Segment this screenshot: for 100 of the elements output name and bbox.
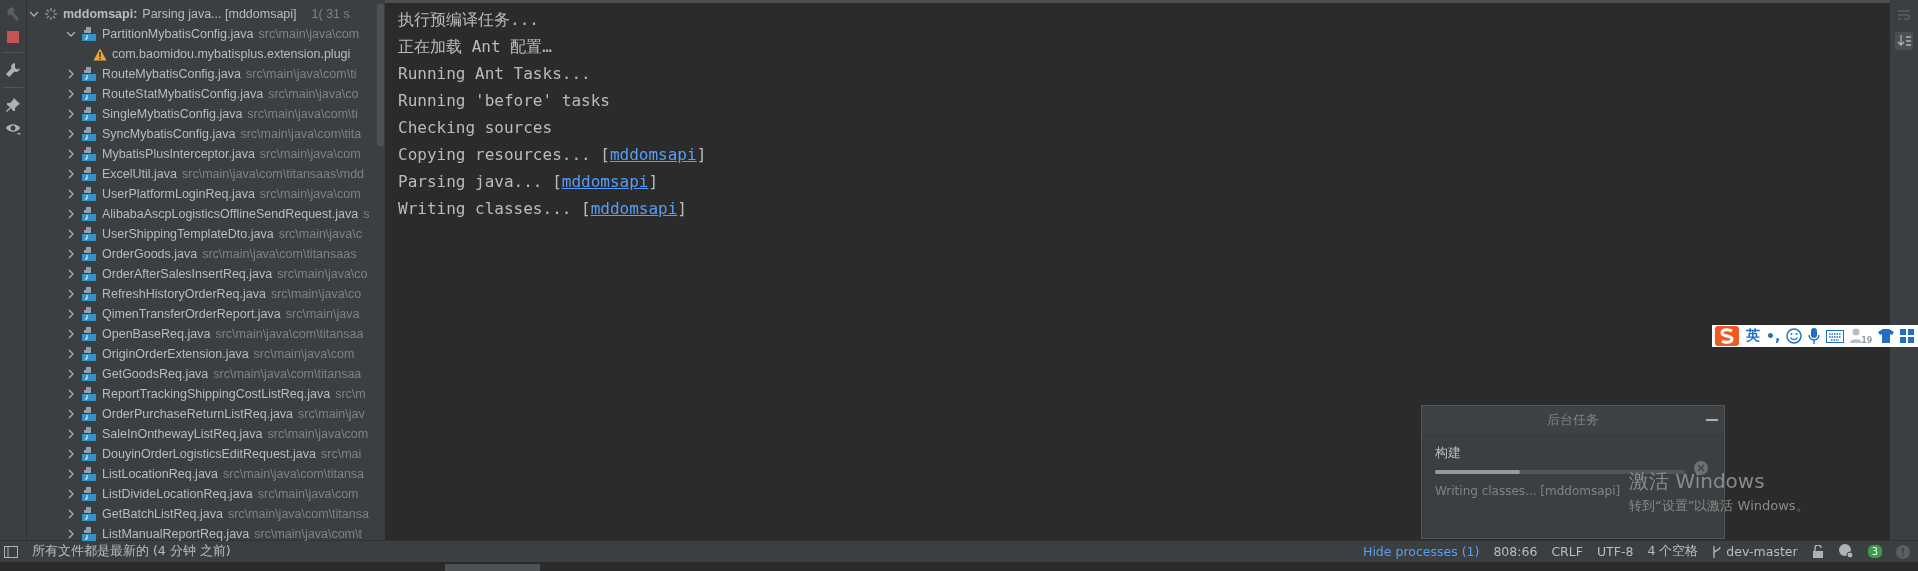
hide-processes-link[interactable]: Hide processes (1) [1363, 544, 1480, 559]
eye-icon[interactable] [4, 122, 22, 136]
ime-logo-icon[interactable] [1714, 325, 1740, 347]
status-message: 所有文件都是最新的 (4 分钟 之前) [32, 543, 231, 560]
java-file-icon [81, 146, 97, 162]
file-name[interactable]: GetGoodsReq.java [102, 367, 209, 381]
java-file-icon [81, 266, 97, 282]
file-path: src\main\java\com\tita [240, 127, 362, 141]
activation-title: 激活 Windows [1629, 468, 1766, 495]
module-link[interactable]: mddomsapi [609, 145, 697, 164]
wrench-icon[interactable] [5, 62, 21, 78]
chevron-right-icon[interactable] [66, 349, 76, 359]
file-name[interactable]: SingleMybatisConfig.java [102, 107, 243, 121]
lock-icon[interactable] [1811, 545, 1824, 558]
smiley-icon[interactable] [1786, 328, 1803, 344]
chevron-down-icon[interactable] [29, 9, 39, 19]
chevron-right-icon[interactable] [66, 329, 76, 339]
warning-message[interactable]: com.baomidou.mybatisplus.extension.plugi [112, 47, 351, 61]
file-name[interactable]: AlibabaAscpLogisticsOfflineSendRequest.java [102, 207, 359, 221]
file-encoding[interactable]: UTF-8 [1596, 544, 1634, 559]
file-name[interactable]: ListDivideLocationReq.java [102, 487, 253, 501]
java-file-icon [81, 126, 97, 142]
chevron-right-icon[interactable] [66, 129, 76, 139]
file-name[interactable]: ListManualReportReq.java [102, 527, 250, 541]
chevron-right-icon[interactable] [66, 309, 76, 319]
file-path: src\main\java\co [268, 87, 359, 101]
java-file-icon [81, 466, 97, 482]
scrollbar-thumb[interactable] [445, 564, 540, 571]
panel-toggle-icon[interactable] [4, 545, 18, 558]
module-link[interactable]: mddomsapi [561, 172, 649, 191]
file-path: src\main\java\co [277, 267, 368, 281]
chevron-right-icon[interactable] [66, 269, 76, 279]
chevron-right-icon[interactable] [66, 229, 76, 239]
file-name[interactable]: SyncMybatisConfig.java [102, 127, 236, 141]
file-name[interactable]: GetBatchListReq.java [102, 507, 223, 521]
shirt-icon[interactable] [1878, 329, 1895, 343]
build-status: Parsing java... [mddomsapi] [142, 7, 297, 21]
chevron-right-icon[interactable] [66, 369, 76, 379]
java-file-icon [81, 386, 97, 402]
file-name[interactable]: MybatisPlusInterceptor.java [102, 147, 255, 161]
file-name[interactable]: UserShippingTemplateDto.java [102, 227, 274, 241]
file-path: src\main\java\com\titansaa [215, 327, 364, 341]
microphone-icon[interactable] [1808, 328, 1821, 344]
scrollbar-thumb[interactable] [376, 4, 384, 146]
chevron-right-icon[interactable] [66, 249, 76, 259]
file-path: src\main\java\com\titansaas [202, 247, 357, 261]
file-name[interactable]: ExcelUtil.java [102, 167, 178, 181]
file-name[interactable]: RouteMybatisConfig.java [102, 67, 241, 81]
file-name[interactable]: PartitionMybatisConfig.java [102, 27, 254, 41]
file-name[interactable]: QimenTransferOrderReport.java [102, 307, 281, 321]
chevron-right-icon[interactable] [66, 169, 76, 179]
java-file-icon [81, 226, 97, 242]
user-count: 19 [1861, 335, 1873, 345]
file-name[interactable]: OrderAfterSalesInsertReq.java [102, 267, 273, 281]
chevron-right-icon[interactable] [66, 109, 76, 119]
java-file-icon [81, 206, 97, 222]
punctuation-mode[interactable]: •, [1766, 328, 1781, 344]
chevron-down-icon[interactable] [66, 29, 76, 39]
chevron-right-icon[interactable] [66, 509, 76, 519]
file-name[interactable]: OriginOrderExtension.java [102, 347, 249, 361]
keyboard-icon[interactable] [1826, 329, 1845, 343]
chevron-right-icon[interactable] [66, 409, 76, 419]
chevron-right-icon[interactable] [66, 489, 76, 499]
java-file-icon [81, 246, 97, 262]
chevron-right-icon[interactable] [66, 529, 76, 539]
chevron-right-icon[interactable] [66, 149, 76, 159]
pin-icon[interactable] [5, 97, 21, 113]
branch-icon [1712, 544, 1723, 559]
grid-icon[interactable] [1900, 329, 1915, 343]
panel-title: 后台任务 [1547, 411, 1599, 429]
chevron-right-icon[interactable] [66, 389, 76, 399]
file-name[interactable]: RefreshHistoryOrderReq.java [102, 287, 266, 301]
file-name[interactable]: OrderGoods.java [102, 247, 198, 261]
indent-setting[interactable]: 4 个空格 [1647, 543, 1699, 560]
file-path: src\main\java\com\titansa [227, 507, 369, 521]
chevron-right-icon[interactable] [66, 289, 76, 299]
module-link[interactable]: mddomsapi [590, 199, 678, 218]
file-name[interactable]: OrderPurchaseReturnListReq.java [102, 407, 294, 421]
chevron-right-icon[interactable] [66, 69, 76, 79]
file-name[interactable]: ListLocationReq.java [102, 467, 219, 481]
module-name: mddomsapi: [63, 7, 138, 21]
input-language[interactable]: 英 [1746, 327, 1760, 345]
line-separator[interactable]: CRLF [1551, 544, 1583, 559]
chevron-right-icon[interactable] [66, 209, 76, 219]
file-name[interactable]: RouteStatMybatisConfig.java [102, 87, 264, 101]
chevron-right-icon[interactable] [66, 89, 76, 99]
file-name[interactable]: ReportTrackingShippingCostListReq.java [102, 387, 331, 401]
file-name[interactable]: UserPlatformLoginReq.java [102, 187, 255, 201]
git-branch[interactable]: dev-master [1726, 544, 1798, 559]
chevron-right-icon[interactable] [66, 449, 76, 459]
file-name[interactable]: OpenBaseReq.java [102, 327, 211, 341]
chevron-right-icon[interactable] [66, 189, 76, 199]
chevron-right-icon[interactable] [66, 429, 76, 439]
scroll-to-end-icon[interactable] [1895, 32, 1913, 50]
cursor-position[interactable]: 808:66 [1493, 544, 1538, 559]
file-name[interactable]: SaleInOnthewayListReq.java [102, 427, 263, 441]
notification-badge[interactable]: 3 [1867, 545, 1882, 558]
chevron-right-icon[interactable] [66, 469, 76, 479]
build-time: 1( 31 s [311, 7, 350, 21]
file-name[interactable]: DouyinOrderLogisticsEditRequest.java [102, 447, 316, 461]
